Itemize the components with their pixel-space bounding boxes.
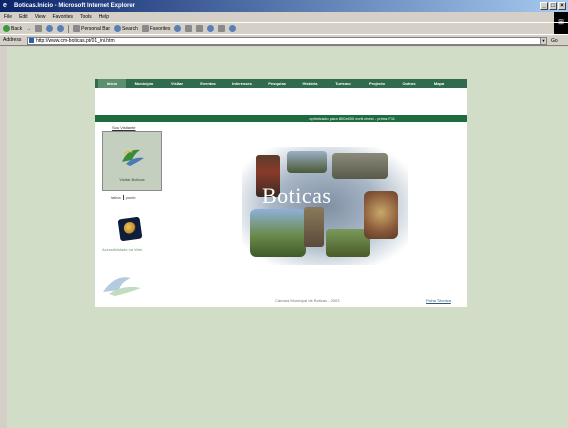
photo-landscape: [250, 209, 306, 257]
favorites-label: Favorites: [149, 25, 171, 32]
collage-title: Boticas: [262, 183, 332, 208]
browser-window: e Boticas.Inicio - Microsoft Internet Ex…: [0, 0, 568, 428]
photo-stone-wall: [332, 153, 388, 179]
nav-outros[interactable]: Outros: [394, 79, 424, 88]
left-column: Sou Visitante Visitar Boticas latina pont…: [95, 122, 165, 307]
footer-camara: Câmara Municipal de Boticas - 2003: [275, 298, 340, 303]
window-controls: _ □ ×: [540, 2, 566, 10]
forward-button[interactable]: →: [26, 23, 31, 35]
menu-tools[interactable]: Tools: [80, 12, 92, 22]
photo-statue: [304, 207, 324, 247]
lang-ponte-link[interactable]: ponte: [126, 195, 136, 200]
messenger-icon[interactable]: [229, 25, 237, 32]
go-button[interactable]: Go: [551, 36, 558, 46]
stop-icon[interactable]: [35, 25, 43, 32]
ficha-tecnica-link[interactable]: Ficha Técnica: [426, 298, 451, 303]
back-label: Back: [11, 25, 23, 32]
search-label: Search: [122, 25, 138, 32]
personal-bar-label: Personal Bar: [81, 25, 111, 32]
maximize-button[interactable]: □: [549, 2, 557, 10]
nav-projecto[interactable]: Projecto: [360, 79, 394, 88]
visitar-boticas-label: Visitar Boticas: [119, 177, 145, 182]
favorites-icon: [141, 25, 149, 32]
search-button[interactable]: Search: [114, 23, 138, 35]
nav-municipio[interactable]: Municipio: [126, 79, 162, 88]
minimize-button[interactable]: _: [540, 2, 548, 10]
personal-bar-button[interactable]: Personal Bar: [73, 23, 110, 35]
nav-pesquisa[interactable]: Pesquisa: [260, 79, 294, 88]
toolbar-separator: [68, 24, 70, 33]
back-button[interactable]: Back: [3, 23, 22, 35]
window-title: Boticas.Inicio - Microsoft Internet Expl…: [14, 3, 136, 9]
toolbar: Back → Personal Bar Search Favorites: [0, 22, 568, 34]
address-url: http://www.cm-boticas.pt/01_ini.htm: [36, 38, 115, 44]
search-icon: [114, 25, 122, 32]
print-icon[interactable]: [196, 25, 204, 32]
title-bar: e Boticas.Inicio - Microsoft Internet Ex…: [0, 0, 568, 12]
municipio-logo-icon: [103, 277, 141, 296]
mail-icon[interactable]: [185, 25, 193, 32]
nav-visitar[interactable]: Visitar: [162, 79, 192, 88]
nav-historia[interactable]: História: [294, 79, 326, 88]
boticas-photo-collage: Boticas: [242, 147, 408, 265]
site-nav: Inicio Municipio Visitar Eventos Interes…: [95, 79, 467, 88]
lang-latina-link[interactable]: latina: [111, 195, 121, 200]
sou-visitante-link[interactable]: Sou Visitante: [112, 125, 136, 130]
menu-favorites[interactable]: Favorites: [52, 12, 73, 22]
nav-turismo[interactable]: Turismo: [326, 79, 360, 88]
photo-village: [287, 151, 327, 173]
menu-file[interactable]: File: [4, 12, 12, 22]
nav-eventos[interactable]: Eventos: [192, 79, 224, 88]
boticas-logo-icon: [122, 149, 144, 166]
home-icon[interactable]: [57, 25, 65, 32]
menu-bar: File Edit View Favorites Tools Help: [0, 12, 568, 22]
language-switch: latina ponte: [111, 195, 136, 201]
boticas-site: Inicio Municipio Visitar Eventos Interes…: [95, 79, 467, 307]
ie-icon: e: [3, 2, 7, 9]
address-input[interactable]: http://www.cm-boticas.pt/01_ini.htm: [27, 37, 541, 45]
lang-divider: [122, 195, 124, 201]
accessibility-globe-icon[interactable]: [117, 216, 143, 242]
discuss-icon[interactable]: [218, 25, 226, 32]
page-icon: [29, 38, 34, 43]
nav-interesses[interactable]: Interesses: [224, 79, 260, 88]
history-icon[interactable]: [174, 25, 182, 32]
address-bar: Address http://www.cm-boticas.pt/01_ini.…: [0, 34, 568, 46]
menu-help[interactable]: Help: [99, 12, 109, 22]
edit-icon[interactable]: [207, 25, 215, 32]
favorites-button[interactable]: Favorites: [141, 23, 171, 35]
forward-arrow-icon: →: [26, 25, 32, 32]
personal-bar-icon: [73, 25, 81, 32]
banner-strip: optimizado para 800x600 ecrã cheio - pri…: [95, 115, 467, 122]
nav-inicio[interactable]: Inicio: [98, 79, 126, 88]
photo-mask: [364, 191, 398, 239]
back-arrow-icon: [3, 25, 10, 32]
refresh-icon[interactable]: [46, 25, 54, 32]
menu-edit[interactable]: Edit: [19, 12, 28, 22]
visitar-boticas-button[interactable]: Visitar Boticas: [102, 131, 162, 191]
acessibilidade-link[interactable]: Acessibilidade na Web: [102, 247, 142, 252]
menu-view[interactable]: View: [35, 12, 46, 22]
address-label: Address: [3, 37, 22, 43]
address-dropdown-icon[interactable]: ▼: [540, 37, 547, 45]
nav-mapa[interactable]: Mapa: [424, 79, 454, 88]
close-button[interactable]: ×: [558, 2, 566, 10]
